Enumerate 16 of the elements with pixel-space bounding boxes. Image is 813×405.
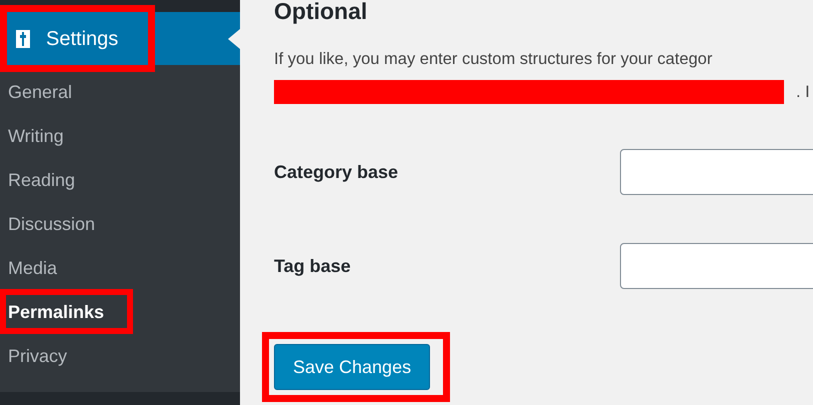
pointer-icon	[228, 29, 240, 49]
field-label: Tag base	[274, 254, 352, 278]
submenu-item[interactable]: General	[8, 78, 72, 106]
save-button[interactable]: Save Changes	[274, 344, 430, 390]
text-field[interactable]	[620, 149, 813, 195]
description-text: If you like, you may enter custom structures for your categor	[274, 49, 714, 70]
submenu-item[interactable]: Media	[8, 254, 58, 282]
submenu-item[interactable]: Privacy	[8, 342, 68, 370]
description-text: . I	[796, 82, 810, 103]
section-heading: Optional	[274, 0, 368, 26]
field-label: Category base	[274, 160, 400, 184]
submenu-item[interactable]: Writing	[8, 122, 64, 150]
submenu-item[interactable]: Reading	[8, 166, 76, 194]
text-field[interactable]	[620, 243, 813, 289]
submenu-item[interactable]: Permalinks	[8, 298, 104, 326]
submenu-item[interactable]: Discussion	[8, 210, 96, 238]
